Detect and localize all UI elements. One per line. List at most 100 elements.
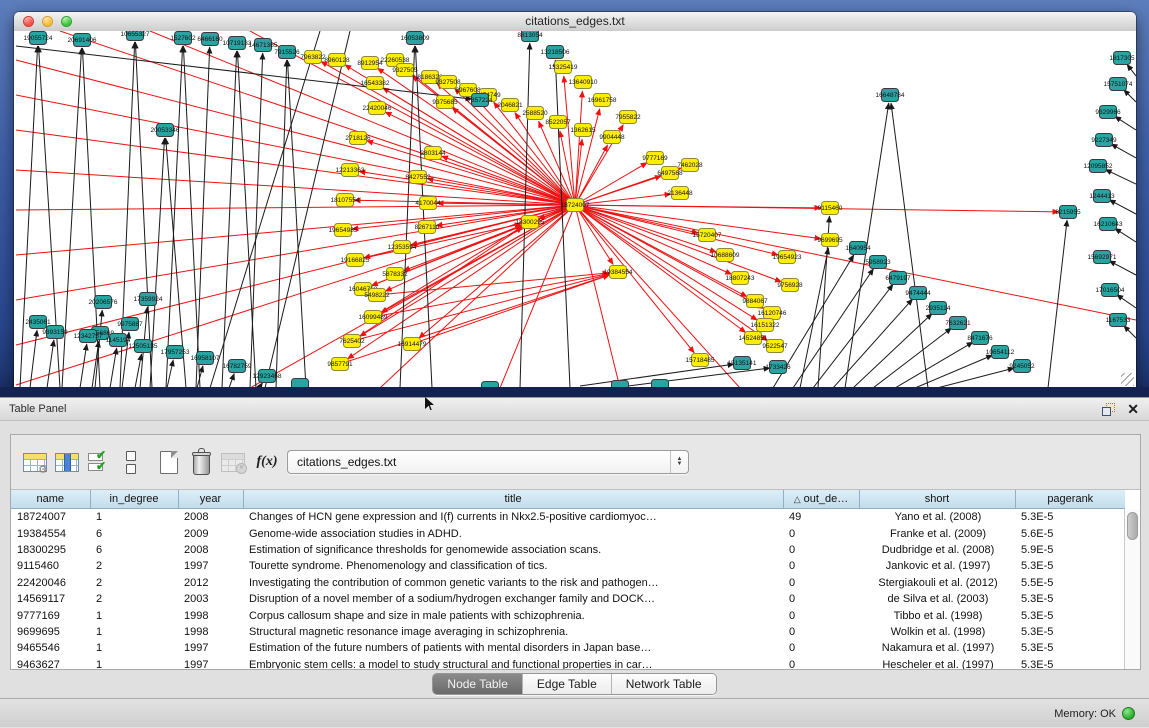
graph-node[interactable]: 7915526	[274, 46, 300, 59]
graph-node[interactable]: 10688609	[711, 249, 740, 262]
graph-node[interactable]: 17359924	[134, 293, 163, 306]
minimize-window-icon[interactable]	[42, 16, 53, 27]
graph-node[interactable]: 8471676	[967, 332, 993, 345]
graph-node[interactable]: 1733426	[765, 361, 791, 374]
zoom-window-icon[interactable]	[61, 16, 72, 27]
table-row[interactable]: 1456911722003Disruption of a novel membe…	[11, 591, 1125, 607]
graph-node[interactable]: 7462028	[677, 159, 703, 172]
rows-button[interactable]	[115, 445, 147, 479]
graph-node[interactable]: 12923468	[253, 370, 282, 383]
graph-node[interactable]: 9884067	[742, 295, 768, 308]
graph-node[interactable]: 2046821	[497, 99, 523, 112]
graph-node[interactable]: 19654923	[773, 251, 802, 264]
graph-node[interactable]: 8215955	[1055, 206, 1081, 219]
graph-node[interactable]: 16958107	[191, 352, 220, 365]
graph-node[interactable]: 9474444	[905, 287, 931, 300]
network-window[interactable]: citations_edges.txt 18724007796382289601…	[14, 12, 1136, 388]
table-panel-header[interactable]: Table Panel ✕	[0, 398, 1149, 421]
column-header-out_de[interactable]: △out_de…	[783, 490, 859, 509]
graph-node[interactable]: 16151322	[751, 319, 780, 332]
graph-node[interactable]: 13325419	[549, 61, 578, 74]
graph-node[interactable]: 5958923	[865, 256, 891, 269]
graph-node[interactable]: 1167533	[1106, 314, 1131, 327]
table-row[interactable]: 1938455462009Genome-wide association stu…	[11, 525, 1125, 541]
graph-node[interactable]: 9904448	[599, 131, 625, 144]
graph-node[interactable]: 2935114	[926, 302, 951, 315]
graph-node[interactable]: 4170044	[415, 197, 441, 210]
new-file-button[interactable]	[153, 445, 185, 479]
table-row[interactable]: 1872400712008Changes of HCN gene express…	[11, 509, 1125, 526]
graph-node[interactable]: 8267110	[415, 221, 440, 234]
tab-edge-table[interactable]: Edge Table	[523, 674, 612, 694]
graph-node[interactable]	[652, 380, 669, 389]
graph-node[interactable]: 16210643	[1094, 218, 1123, 231]
graph-node[interactable]: 20053346	[151, 124, 180, 137]
graph-node[interactable]: 13640910	[569, 76, 598, 89]
graph-node[interactable]	[292, 379, 309, 389]
graph-node[interactable]: 9393159	[42, 326, 68, 339]
graph-node[interactable]: 6466160	[197, 33, 223, 46]
graph-node[interactable]: 19384554	[604, 266, 633, 279]
column-header-year[interactable]: year	[178, 490, 243, 509]
graph-node[interactable]: 1527602	[170, 32, 196, 45]
column-header-short[interactable]: short	[859, 490, 1015, 509]
graph-node[interactable]: 16648784	[876, 89, 905, 102]
graph-node[interactable]: 1817305	[1109, 52, 1135, 65]
table-scrollbar[interactable]	[1124, 509, 1140, 669]
graph-node[interactable]: 9699695	[817, 234, 843, 247]
graph-node[interactable]: 7632621	[945, 317, 971, 330]
graph-node[interactable]: 7955822	[615, 111, 641, 124]
graph-node[interactable]: 8912954	[357, 57, 383, 70]
scrollbar-thumb[interactable]	[1127, 512, 1138, 540]
column-header-title[interactable]: title	[243, 490, 783, 509]
graph-node[interactable]: 10719133	[223, 37, 252, 50]
graph-node[interactable]: 8813054	[517, 31, 543, 42]
graph-node[interactable]: 9975887	[117, 318, 143, 331]
graph-node[interactable]: 9115460	[818, 202, 843, 215]
close-panel-icon[interactable]: ✕	[1127, 398, 1139, 420]
graph-node[interactable]: 7963822	[300, 51, 326, 64]
table-mode-button[interactable]: ⚙	[19, 445, 51, 479]
graph-node[interactable]: 19055724	[24, 32, 53, 45]
column-header-pagerank[interactable]: pagerank	[1015, 490, 1125, 509]
tab-network-table[interactable]: Network Table	[612, 674, 716, 694]
graph-node[interactable]: 12505135	[129, 340, 158, 353]
graph-node[interactable]: 16053809	[401, 32, 430, 45]
table-row[interactable]: 911546021997Tourette syndrome. Phenomeno…	[11, 558, 1125, 574]
graph-node[interactable]: 8960128	[324, 54, 350, 67]
graph-node[interactable]: 9329966	[1095, 106, 1121, 119]
table-row[interactable]: 946554611997Estimation of the future num…	[11, 640, 1125, 656]
table-row[interactable]: 2242004622012Investigating the contribut…	[11, 575, 1125, 591]
resize-grip[interactable]	[1121, 373, 1134, 386]
graph-node[interactable]: 7625402	[339, 335, 365, 348]
graph-node[interactable]: 1362615	[570, 124, 596, 137]
graph-node[interactable]: 17957253	[161, 346, 190, 359]
table-select-dropdown[interactable]: citations_edges.txt ▲▼	[287, 450, 689, 474]
memory-indicator-icon[interactable]	[1122, 707, 1135, 720]
graph-node[interactable]: 22420046	[363, 102, 392, 115]
graph-node[interactable]: 9227349	[1091, 134, 1117, 147]
graph-node[interactable]: 2136448	[667, 187, 693, 200]
graph-node[interactable]: 15135141	[728, 357, 757, 370]
column-header-in_degree[interactable]: in_degree	[90, 490, 178, 509]
graph-node[interactable]: 2588520	[522, 107, 548, 120]
graph-node[interactable]: 9245052	[1009, 360, 1035, 373]
graph-node[interactable]: 16782759	[223, 360, 252, 373]
table-row[interactable]: 1830029562008Estimation of significance …	[11, 542, 1125, 558]
graph-node[interactable]: 5878332	[382, 268, 408, 281]
graph-node[interactable]: 16120746	[758, 307, 787, 320]
tab-node-table[interactable]: Node Table	[433, 674, 523, 694]
close-window-icon[interactable]	[23, 16, 34, 27]
graph-node[interactable]: 15692971	[1088, 251, 1117, 264]
graph-node[interactable]: 10655327	[121, 31, 150, 41]
function-builder-button[interactable]: f(x)	[249, 445, 285, 479]
graph-node[interactable]: 2803144	[420, 147, 446, 160]
graph-node[interactable]: 17016504	[1096, 284, 1125, 297]
network-canvas[interactable]: 1872400779638228960128891295422260538932…	[14, 31, 1136, 388]
graph-node[interactable]: 19166825	[341, 254, 370, 267]
graph-node[interactable]: 9756928	[777, 279, 803, 292]
float-window-icon[interactable]	[1102, 403, 1115, 416]
graph-node[interactable]: 15751074	[1104, 78, 1133, 91]
graph-node[interactable]: 13218506	[541, 46, 570, 59]
delete-button[interactable]	[185, 445, 217, 479]
